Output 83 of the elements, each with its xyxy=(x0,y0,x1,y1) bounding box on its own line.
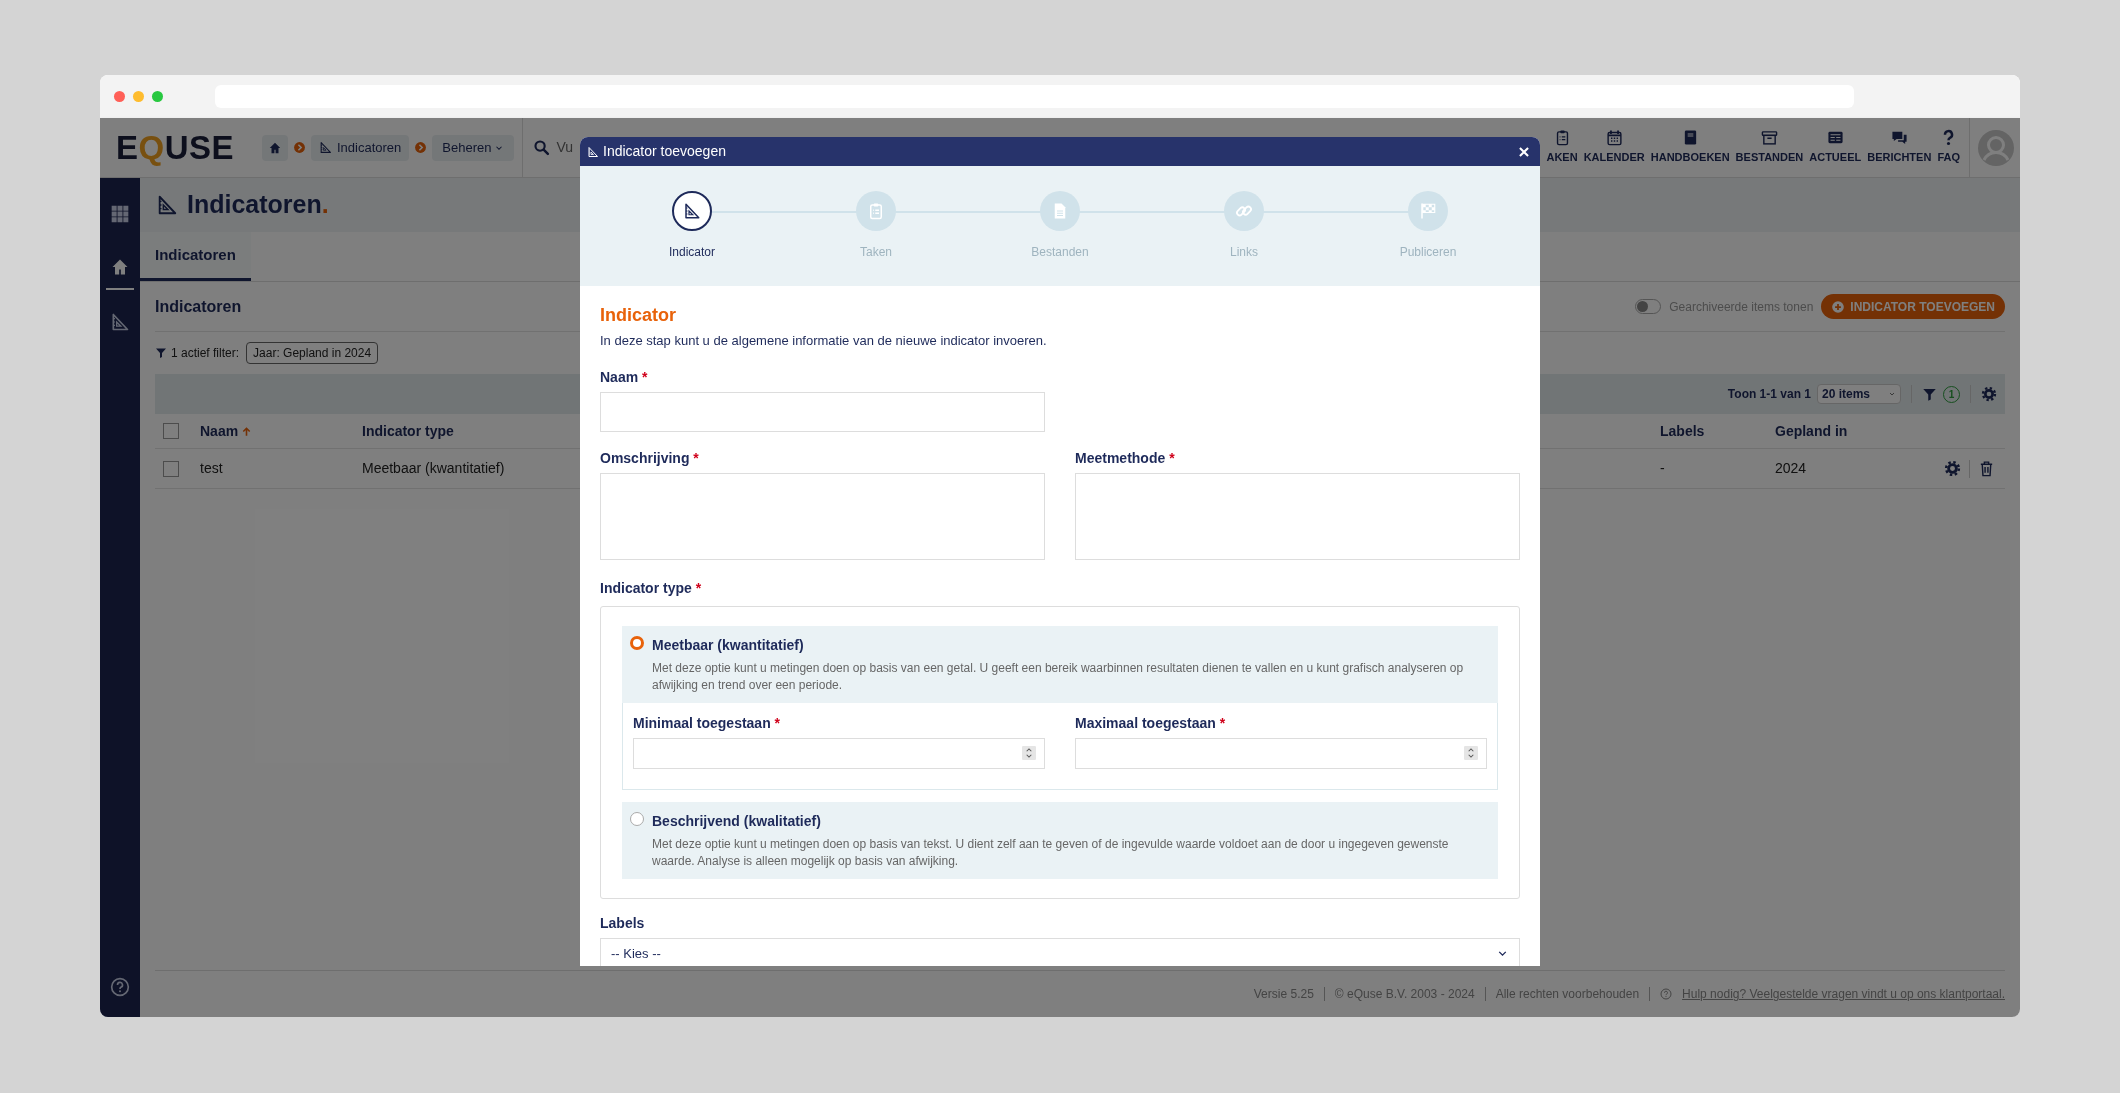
field-label: Minimaal toegestaan * xyxy=(633,713,782,733)
tab[interactable]: Indicatoren xyxy=(140,232,251,281)
nav-link[interactable]: HANDBOEKEN xyxy=(1647,118,1733,177)
home-button[interactable] xyxy=(262,134,288,161)
help-icon[interactable] xyxy=(110,977,130,997)
logo: EQUSE xyxy=(116,131,236,164)
archive-box-icon xyxy=(1760,129,1778,147)
field-label: Naam * xyxy=(600,367,649,387)
radio-button[interactable] xyxy=(630,635,644,650)
filter-label: 1 actief filter: xyxy=(171,345,240,362)
page-title: Indicatoren. xyxy=(187,189,329,221)
spinner-icon[interactable] xyxy=(1022,746,1036,760)
step-label: Taken xyxy=(860,244,892,261)
section-title: Indicator xyxy=(600,304,677,327)
field-label: Maximaal toegestaan * xyxy=(1075,713,1227,733)
option-description: Met deze optie kunt u metingen doen op basis van een getal. U geeft een bereik waarbinnen resultaten dienen te vallen en u kunt grafisch analyseren op afwijking en trend over een periode. xyxy=(652,659,1465,694)
range-text: Toon 1-1 van 1 xyxy=(1727,386,1811,403)
spinner-icon[interactable] xyxy=(1464,746,1478,760)
grid-icon xyxy=(110,204,130,224)
home-icon xyxy=(110,257,130,277)
dialog-title: Indicator toevoegen xyxy=(603,142,726,161)
checkbox[interactable] xyxy=(163,460,179,477)
nav-link[interactable]: AKEN xyxy=(1543,118,1581,177)
labels-select[interactable]: -- Kies -- xyxy=(600,937,1520,966)
nav-link[interactable]: BERICHTEN xyxy=(1864,118,1935,177)
avatar-icon[interactable] xyxy=(1978,129,2014,166)
step-label: Bestanden xyxy=(1031,244,1089,261)
number-field[interactable] xyxy=(1075,737,1487,769)
option-title: Meetbaar (kwantitatief) xyxy=(652,635,805,655)
field-label: Labels xyxy=(600,914,645,931)
table-cell-text: - xyxy=(1660,459,1666,478)
caret-icon xyxy=(1888,390,1896,398)
filter-chip[interactable]: Jaar: Gepland in 2024 xyxy=(246,342,379,364)
nav-link[interactable]: KALENDER xyxy=(1580,118,1648,177)
trash-icon[interactable] xyxy=(1978,460,1995,477)
clipboard-icon xyxy=(867,202,885,220)
filter-icon xyxy=(155,347,167,359)
section-intro: In deze stap kunt u de algemene informatie van de nieuwe indicator invoeren. xyxy=(600,332,1048,350)
step-label: Publiceren xyxy=(1399,244,1457,261)
home-icon xyxy=(268,140,282,155)
nav-link[interactable]: FAQ xyxy=(1934,118,1963,177)
step-label: Indicator xyxy=(669,244,715,261)
option-title: Beschrijvend (kwalitatief) xyxy=(652,811,822,831)
settings-icon[interactable] xyxy=(1944,460,1961,477)
option-card[interactable] xyxy=(622,801,1498,879)
toggle-switch[interactable] xyxy=(1635,299,1662,314)
column-header[interactable]: Naam xyxy=(200,420,362,442)
footer-text: Alle rechten voorbehouden xyxy=(1495,986,1640,1003)
checkbox[interactable] xyxy=(163,423,179,439)
step-label: Links xyxy=(1230,244,1258,261)
nav-link[interactable]: BESTANDEN xyxy=(1732,118,1807,177)
footer-text: © eQuse B.V. 2003 - 2024 xyxy=(1334,986,1475,1003)
field-label: Meetmethode * xyxy=(1075,448,1176,468)
arrow-up-icon xyxy=(241,425,253,437)
help-link[interactable]: Hulp nodig? Veelgestelde vragen vindt u op ons klantportaal. xyxy=(1682,985,2005,1003)
panel-heading: Indicatoren xyxy=(155,296,242,317)
search-placeholder[interactable]: Vu xyxy=(556,137,574,158)
checkered-flag-icon xyxy=(1419,202,1437,220)
footer-text: Versie 5.25 xyxy=(1253,986,1314,1003)
field-label: Omschrijving * xyxy=(600,448,700,468)
name-input[interactable] xyxy=(600,391,1045,432)
page-size-select[interactable]: 20 items xyxy=(1817,384,1901,404)
radio-button[interactable] xyxy=(630,811,644,826)
manage-dropdown[interactable]: Beheren xyxy=(432,134,515,161)
filter-icon[interactable] xyxy=(1922,386,1937,402)
table-cell-text: test xyxy=(200,459,224,478)
column-header[interactable]: Gepland in xyxy=(1775,420,1930,442)
help-icon xyxy=(1660,988,1673,1000)
table-cell-text: 2024 xyxy=(1775,459,1808,478)
chevron-right-icon xyxy=(414,141,428,154)
search-icon xyxy=(533,139,551,156)
plus-icon xyxy=(1831,299,1846,314)
field-label: Indicator type * xyxy=(600,579,702,596)
option-card[interactable] xyxy=(622,625,1498,703)
settings-icon[interactable] xyxy=(1981,386,1997,402)
nav-link[interactable]: ACTUEEL xyxy=(1806,118,1865,177)
option-description: Met deze optie kunt u metingen doen op basis van tekst. U dient zelf aan te geven of de ingevulde waarde voldoet aan de door u ingegeven gewenste waarde. Analyse is alleen mogelijk op basis van afwijking. xyxy=(652,835,1450,870)
column-header[interactable]: Labels xyxy=(1660,420,1775,442)
chevron-right-icon xyxy=(293,141,306,154)
add-indicator-button[interactable]: INDICATOR TOEVOEGEN xyxy=(1821,294,2005,319)
number-field[interactable] xyxy=(633,737,1045,769)
calendar-icon xyxy=(1605,129,1623,147)
breadcrumb-link[interactable]: Indicatoren xyxy=(311,134,410,161)
